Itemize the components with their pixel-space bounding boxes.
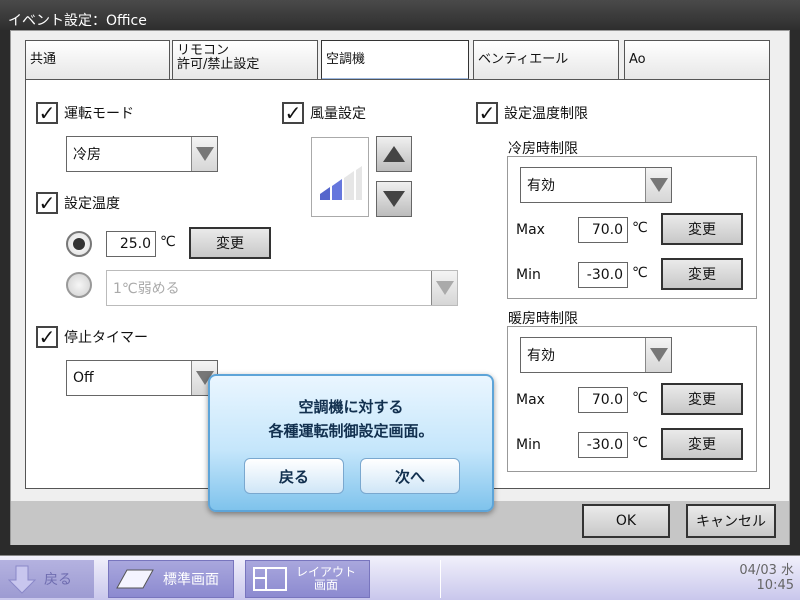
- heating-max-change-button[interactable]: 変更: [661, 383, 743, 415]
- arrow-down-icon: [8, 565, 36, 594]
- taskbar-date: 04/03 水: [739, 563, 794, 578]
- heating-min-value: -30.0: [578, 432, 628, 458]
- setpoint-absolute-radio[interactable]: [66, 231, 92, 257]
- setpoint-relative-value: 1℃弱める: [113, 281, 180, 297]
- layout-screen-icon: [253, 567, 287, 591]
- taskbar-standard-label: 標準画面: [163, 572, 219, 588]
- chevron-down-icon: [191, 137, 217, 171]
- heating-max-unit: ℃: [632, 390, 648, 406]
- chevron-down-icon: [645, 338, 671, 372]
- arrow-up-icon: [383, 146, 405, 162]
- taskbar-clock: 04/03 水 10:45: [739, 563, 794, 593]
- heating-min-label: Min: [516, 437, 541, 453]
- heating-min-change-button[interactable]: 変更: [661, 428, 743, 460]
- standard-screen-icon: [116, 569, 154, 589]
- setpoint-relative-select[interactable]: 1℃弱める: [106, 270, 458, 306]
- stop-timer-value: Off: [73, 370, 94, 386]
- check-icon: ✓: [36, 192, 58, 214]
- op-mode-checkbox[interactable]: ✓ 運転モード: [36, 102, 134, 124]
- op-mode-select[interactable]: 冷房: [66, 136, 218, 172]
- guide-next-button[interactable]: 次へ: [360, 458, 460, 494]
- cooling-max-change-button[interactable]: 変更: [661, 213, 743, 245]
- tab-remote-permit-line1: リモコン: [177, 43, 230, 58]
- cooling-limit-mode-select[interactable]: 有効: [520, 167, 672, 203]
- stop-timer-checkbox[interactable]: ✓ 停止タイマー: [36, 326, 148, 348]
- stop-timer-label: 停止タイマー: [64, 330, 148, 346]
- taskbar-layout-line2: 画面: [314, 578, 339, 592]
- taskbar-standard-button[interactable]: 標準画面: [108, 560, 234, 598]
- setpoint-change-button[interactable]: 変更: [189, 227, 271, 259]
- setpoint-limit-checkbox[interactable]: ✓ 設定温度制限: [476, 102, 588, 124]
- cooling-max-value: 70.0: [578, 217, 628, 243]
- cooling-limit-title: 冷房時制限: [508, 141, 578, 157]
- fan-level-display: [311, 137, 369, 217]
- check-icon: ✓: [36, 102, 58, 124]
- setpoint-unit: ℃: [160, 234, 176, 250]
- heating-limit-title: 暖房時制限: [508, 311, 578, 327]
- op-mode-label: 運転モード: [64, 106, 134, 122]
- cooling-limit-mode-value: 有効: [527, 178, 555, 194]
- fan-level-icon: [320, 166, 362, 200]
- taskbar-time: 10:45: [756, 578, 794, 593]
- fan-up-button[interactable]: [376, 136, 412, 172]
- cooling-max-unit: ℃: [632, 220, 648, 236]
- taskbar-separator: [440, 560, 441, 598]
- setpoint-value: 25.0: [106, 231, 156, 257]
- taskbar-back-label: 戻る: [44, 572, 72, 588]
- heating-max-value: 70.0: [578, 387, 628, 413]
- chevron-down-icon: [645, 168, 671, 202]
- heating-limit-group: 有効 Max 70.0 ℃ 変更 Min -30.0 ℃ 変更: [507, 326, 757, 472]
- heating-limit-mode-select[interactable]: 有効: [520, 337, 672, 373]
- fan-down-button[interactable]: [376, 181, 412, 217]
- ok-button[interactable]: OK: [582, 504, 670, 538]
- cooling-min-unit: ℃: [632, 265, 648, 281]
- check-icon: ✓: [36, 326, 58, 348]
- setpoint-label: 設定温度: [64, 196, 120, 212]
- stop-timer-select[interactable]: Off: [66, 360, 218, 396]
- setpoint-checkbox[interactable]: ✓ 設定温度: [36, 192, 120, 214]
- tab-ao[interactable]: Ao: [624, 40, 770, 80]
- arrow-down-icon: [383, 191, 405, 207]
- op-mode-value: 冷房: [73, 147, 101, 163]
- fan-label: 風量設定: [310, 106, 366, 122]
- check-icon: ✓: [476, 102, 498, 124]
- setpoint-limit-label: 設定温度制限: [504, 106, 588, 122]
- guide-message-line1: 空調機に対する: [298, 398, 404, 416]
- guide-dialog: 空調機に対する 各種運転制御設定画面。 戻る 次へ: [208, 374, 494, 512]
- tab-air-conditioner[interactable]: 空調機: [321, 40, 469, 81]
- cancel-button[interactable]: キャンセル: [686, 504, 776, 538]
- setpoint-relative-radio[interactable]: [66, 272, 92, 298]
- taskbar-back-button[interactable]: 戻る: [0, 560, 94, 598]
- heating-limit-mode-value: 有効: [527, 348, 555, 364]
- taskbar: 戻る 標準画面 レイアウト 画面 04/03 水 10:45: [0, 555, 800, 600]
- taskbar-layout-button[interactable]: レイアウト 画面: [245, 560, 370, 598]
- cooling-limit-group: 有効 Max 70.0 ℃ 変更 Min -30.0 ℃ 変更: [507, 156, 757, 299]
- window-title: イベント設定：Office: [0, 0, 800, 30]
- cooling-max-label: Max: [516, 222, 545, 238]
- check-icon: ✓: [282, 102, 304, 124]
- taskbar-layout-text: レイアウト 画面: [296, 566, 356, 592]
- cooling-min-value: -30.0: [578, 262, 628, 288]
- heating-min-unit: ℃: [632, 435, 648, 451]
- fan-checkbox[interactable]: ✓ 風量設定: [282, 102, 366, 124]
- tab-remote-permit-line2: 許可/禁止設定: [177, 57, 260, 72]
- tab-remote-permit[interactable]: リモコン 許可/禁止設定: [172, 40, 318, 80]
- cooling-min-change-button[interactable]: 変更: [661, 258, 743, 290]
- guide-message-line2: 各種運転制御設定画面。: [268, 422, 434, 440]
- chevron-down-icon: [431, 271, 457, 305]
- tab-ventiair[interactable]: ベンティエール: [473, 40, 619, 80]
- tab-common[interactable]: 共通: [25, 40, 170, 80]
- cooling-min-label: Min: [516, 267, 541, 283]
- guide-back-button[interactable]: 戻る: [244, 458, 344, 494]
- heating-max-label: Max: [516, 392, 545, 408]
